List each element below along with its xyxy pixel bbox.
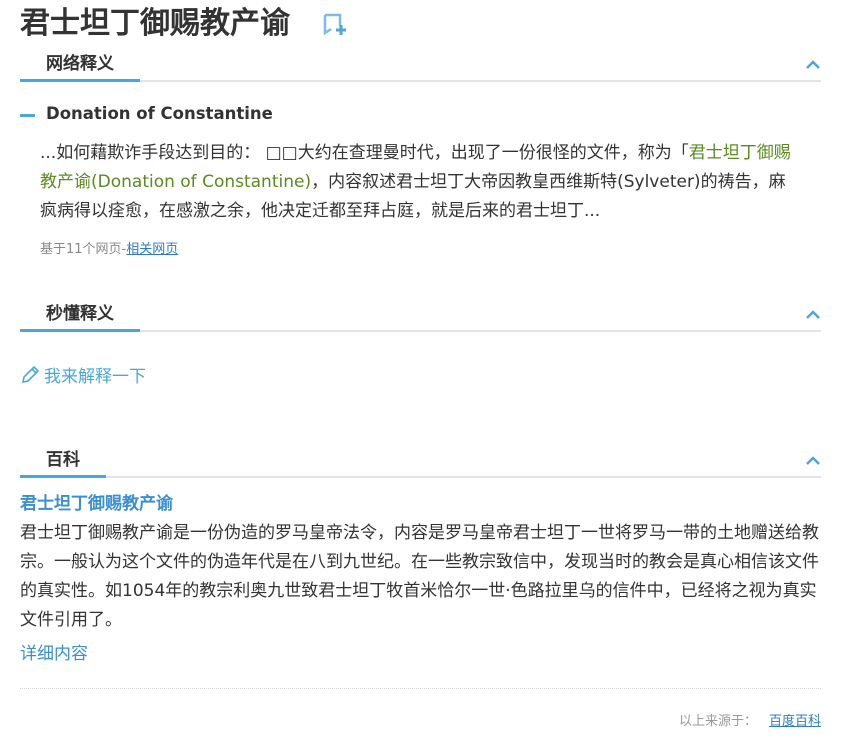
pencil-icon xyxy=(21,365,40,384)
baidu-baike-link[interactable]: 百度百科 xyxy=(769,714,821,729)
web-definition-text: ...如何藉欺诈手段达到目的： □□大约在查理曼时代，出现了一份很怪的文件，称为… xyxy=(40,139,800,226)
bookmark-add-icon[interactable] xyxy=(322,12,348,38)
source-line: 基于11个网页-相关网页 xyxy=(40,240,178,260)
section-header-baike[interactable]: 百科 xyxy=(20,448,821,478)
source-prefix: 基于11个网页- xyxy=(40,242,127,257)
section-title: 秒懂释义 xyxy=(46,304,114,324)
section-divider xyxy=(20,330,821,332)
footer-divider xyxy=(20,688,821,689)
dictionary-page: 君士坦丁御赐教产谕 网络释义 Donation of Constantine .… xyxy=(0,0,853,743)
footer-prefix: 以上来源于： xyxy=(678,714,757,729)
chevron-up-icon[interactable] xyxy=(805,308,821,320)
section-header-web-definition[interactable]: 网络释义 xyxy=(20,52,821,82)
baike-entry-title[interactable]: 君士坦丁御赐教产谕 xyxy=(20,492,173,516)
entry-title: Donation of Constantine xyxy=(46,104,273,123)
chevron-up-icon[interactable] xyxy=(805,454,821,466)
related-pages-link[interactable]: 相关网页 xyxy=(126,242,178,257)
chevron-up-icon[interactable] xyxy=(805,58,821,70)
explain-label: 我来解释一下 xyxy=(44,367,146,387)
section-tab-indicator xyxy=(20,329,140,332)
source-footer: 以上来源于： 百度百科 xyxy=(679,712,821,732)
section-title: 百科 xyxy=(46,450,80,470)
section-title: 网络释义 xyxy=(46,54,114,74)
section-divider xyxy=(20,476,821,478)
section-header-quick-definition[interactable]: 秒懂释义 xyxy=(20,302,821,332)
baike-text: 君士坦丁御赐教产谕是一份伪造的罗马皇帝法令，内容是罗马皇帝君士坦丁一世将罗马一带… xyxy=(20,523,819,630)
details-link[interactable]: 详细内容 xyxy=(20,642,88,666)
entry-collapse-dash[interactable] xyxy=(20,114,35,117)
section-divider xyxy=(20,80,821,82)
explain-button[interactable]: 我来解释一下 xyxy=(20,365,146,388)
section-tab-indicator xyxy=(20,475,106,478)
section-tab-indicator xyxy=(20,79,140,82)
page-title: 君士坦丁御赐教产谕 xyxy=(20,6,290,41)
text-before: ...如何藉欺诈手段达到目的： □□大约在查理曼时代，出现了一份很怪的文件，称为… xyxy=(40,143,689,163)
